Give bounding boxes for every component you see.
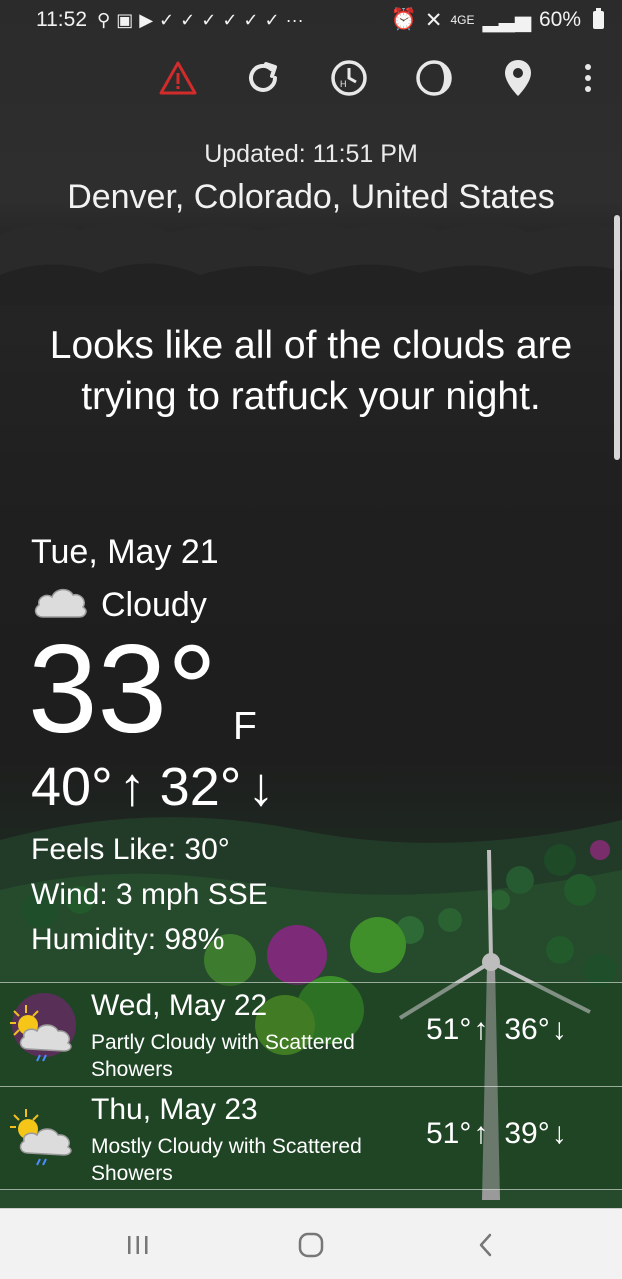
arrow-up-icon: ↑ (118, 757, 146, 817)
check-icon: ✓ (222, 9, 238, 30)
temperature-unit[interactable]: F (233, 705, 257, 749)
toolbar: H (0, 50, 622, 110)
more-icon[interactable] (566, 56, 610, 100)
network-type: 4GE (450, 13, 475, 27)
forecast-row[interactable]: Wed, May 22 Partly Cloudy with Scattered… (0, 982, 622, 1086)
current-temperature: 33° (28, 620, 218, 759)
forecast-date: Thu, May 23 (91, 1093, 258, 1126)
mute-icon: ✕ (424, 8, 443, 32)
arrow-down-icon: ↓ (551, 1013, 567, 1046)
moon-phase-icon[interactable] (412, 56, 456, 100)
mostly-cloudy-showers-icon (10, 1109, 72, 1166)
battery-icon (593, 8, 604, 29)
high-temp: 51° (426, 1013, 472, 1046)
forecast-high-low: 51° ↑ 39° ↓ (426, 1117, 567, 1151)
current-date: Tue, May 21 (31, 533, 219, 571)
location-name[interactable]: Denver, Colorado, United States (0, 178, 622, 217)
back-button[interactable] (466, 1229, 506, 1261)
check-icon: ✓ (180, 9, 196, 30)
weather-quip: Looks like all of the clouds are trying … (49, 324, 573, 418)
forecast-desc: Mostly Cloudy with Scattered Showers (91, 1135, 362, 1185)
status-bar: 11:52 ⚲ ▣ ▶ ✓ ✓ ✓ ✓ ✓ ✓ ··· ⏰ ✕ 4GE ▂▃▅ … (0, 0, 622, 40)
gallery-icon: ▣ (116, 9, 134, 30)
high-temp: 40° (31, 757, 113, 817)
forecast-row[interactable]: Thu, May 23 Mostly Cloudy with Scattered… (0, 1086, 622, 1190)
signal-icon: ▂▃▅ (482, 8, 531, 32)
forecast-high-low: 51° ↑ 36° ↓ (426, 1013, 567, 1047)
recent-apps-button[interactable] (118, 1229, 158, 1261)
high-temp: 51° (426, 1117, 472, 1150)
arrow-down-icon: ↓ (247, 757, 275, 817)
notification-icons: ⚲ ▣ ▶ ✓ ✓ ✓ ✓ ✓ ✓ ··· (97, 10, 304, 31)
refresh-icon[interactable] (241, 56, 285, 100)
low-temp: 32° (159, 757, 242, 817)
check-icon: ✓ (243, 9, 259, 30)
low-temp: 36° (504, 1013, 550, 1046)
navigation-bar (0, 1208, 622, 1279)
alarm-icon: ⏰ (390, 8, 417, 31)
arrow-down-icon: ↓ (551, 1117, 567, 1150)
current-details: Feels Like: 30° Wind: 3 mph SSE Humidity… (31, 827, 268, 962)
forecast-date: Wed, May 22 (91, 989, 268, 1022)
location-pin-icon[interactable] (496, 56, 540, 100)
current-high-low: 40° ↑ 32° ↓ (31, 756, 274, 818)
check-icon: ✓ (159, 9, 175, 30)
svg-text:H: H (340, 79, 347, 89)
updated-time: Updated: 11:51 PM (204, 140, 418, 168)
scroll-indicator[interactable] (614, 215, 620, 460)
forecast-desc: Partly Cloudy with Scattered Showers (91, 1031, 355, 1081)
feels-like: Feels Like: 30° (31, 833, 230, 866)
humidity: Humidity: 98% (31, 923, 225, 956)
home-button[interactable] (291, 1229, 331, 1261)
cloud-band (0, 220, 622, 305)
more-notifications-icon: ··· (285, 9, 304, 30)
status-time: 11:52 (36, 8, 87, 31)
alert-icon[interactable] (156, 56, 200, 100)
low-temp: 39° (504, 1117, 550, 1150)
partly-cloudy-showers-icon (10, 1005, 72, 1062)
check-icon: ✓ (201, 9, 217, 30)
notification-icon: ⚲ (97, 9, 111, 30)
wind: Wind: 3 mph SSE (31, 878, 268, 911)
battery-percent: 60% (538, 8, 581, 31)
arrow-up-icon: ↑ (473, 1117, 489, 1150)
history-icon[interactable]: H (327, 56, 371, 100)
arrow-up-icon: ↑ (473, 1013, 489, 1046)
youtube-icon: ▶ (139, 9, 154, 30)
check-icon: ✓ (264, 9, 280, 30)
